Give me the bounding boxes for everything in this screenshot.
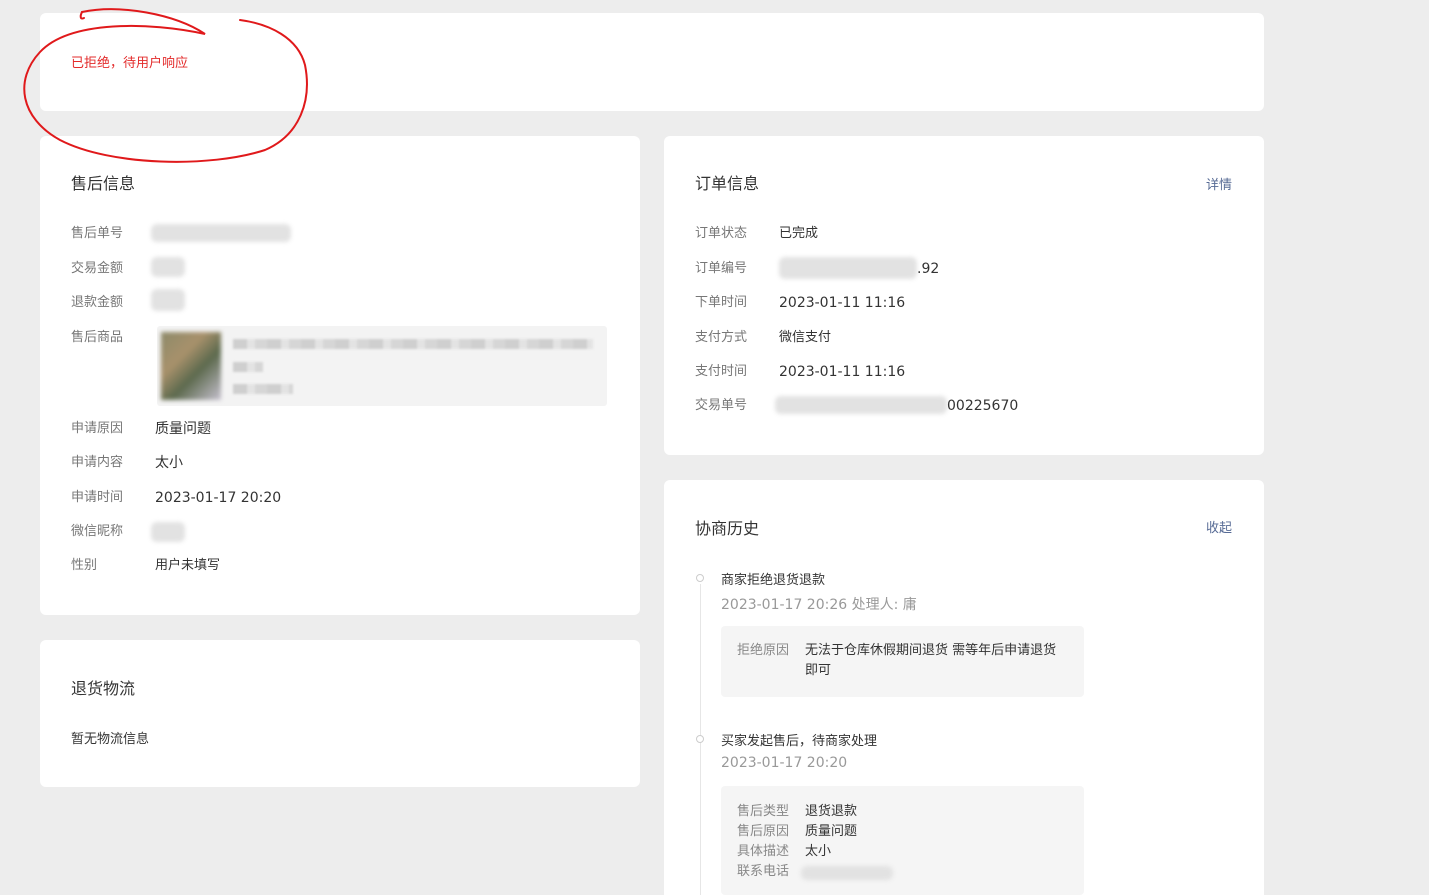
event-detail-box: 拒绝原因 无法于仓库休假期间退货 需等年后申请退货即可 [721, 626, 1084, 697]
order-number-value: .92 [917, 261, 940, 277]
order-detail-link[interactable]: 详情 [1206, 174, 1232, 193]
after-sale-reason-label: 售后原因 [737, 824, 790, 839]
after-sale-number-label: 售后单号 [71, 226, 124, 241]
payment-time-value: 2023-01-11 11:16 [779, 364, 906, 380]
order-title: 订单信息 [695, 174, 760, 193]
apply-reason-value: 质量问题 [155, 421, 211, 437]
apply-content-label: 申请内容 [71, 455, 124, 470]
redacted-value [779, 257, 917, 279]
return-logistics-title: 退货物流 [71, 679, 136, 698]
reject-reason-label: 拒绝原因 [737, 643, 790, 658]
refund-amount-label: 退款金额 [71, 295, 124, 310]
description-value: 太小 [805, 844, 832, 859]
redacted-value [151, 224, 291, 242]
return-logistics-card: 退货物流 暂无物流信息 [40, 640, 640, 787]
order-number-label: 订单编号 [695, 261, 748, 276]
gender-label: 性别 [71, 558, 98, 573]
event-title: 商家拒绝退货退款 [721, 573, 826, 588]
payment-time-label: 支付时间 [695, 364, 748, 379]
after-sale-title: 售后信息 [71, 174, 136, 193]
redacted-value [151, 257, 185, 277]
redacted-product-name [233, 362, 263, 372]
history-card: 协商历史 收起 商家拒绝退货退款 2023-01-17 20:26 处理人: 庸… [664, 480, 1264, 895]
after-sale-card: 售后信息 售后单号 交易金额 退款金额 售后商品 申请原因 质量问题 申请内容 … [40, 136, 640, 615]
order-status-label: 订单状态 [695, 226, 748, 241]
apply-time-label: 申请时间 [71, 490, 124, 505]
event-subtitle: 2023-01-17 20:26 处理人: 庸 [721, 597, 917, 613]
logistics-empty-text: 暂无物流信息 [71, 732, 150, 747]
order-status-value: 已完成 [779, 226, 819, 241]
transaction-number-label: 交易单号 [695, 398, 748, 413]
redacted-value [775, 396, 947, 414]
after-sale-type-label: 售后类型 [737, 804, 790, 819]
redacted-product-spec [233, 384, 293, 394]
after-sale-type-value: 退货退款 [805, 804, 858, 819]
apply-time-value: 2023-01-17 20:20 [155, 490, 282, 506]
trade-amount-label: 交易金额 [71, 261, 124, 276]
event-title: 买家发起售后，待商家处理 [721, 734, 878, 749]
order-time-label: 下单时间 [695, 295, 748, 310]
after-sale-reason-value: 质量问题 [805, 824, 858, 839]
payment-method-value: 微信支付 [779, 330, 832, 345]
gender-value: 用户未填写 [155, 558, 221, 573]
redacted-value [801, 866, 893, 880]
payment-method-label: 支付方式 [695, 330, 748, 345]
timeline-dot [696, 735, 704, 743]
phone-label: 联系电话 [737, 864, 790, 879]
description-label: 具体描述 [737, 844, 790, 859]
timeline-dot [696, 574, 704, 582]
redacted-product-name [233, 339, 593, 349]
apply-reason-label: 申请原因 [71, 421, 124, 436]
redacted-value [151, 522, 185, 542]
status-card: 已拒绝，待用户响应 [40, 13, 1264, 111]
product-card[interactable] [157, 326, 607, 406]
transaction-number-value: 00225670 [947, 398, 1019, 414]
history-collapse-link[interactable]: 收起 [1206, 517, 1232, 536]
product-thumbnail [161, 332, 221, 400]
product-label: 售后商品 [71, 330, 124, 345]
apply-content-value: 太小 [155, 455, 183, 471]
order-card: 订单信息 详情 订单状态 已完成 订单编号 .92 下单时间 2023-01-1… [664, 136, 1264, 455]
status-text: 已拒绝，待用户响应 [71, 56, 189, 71]
order-time-value: 2023-01-11 11:16 [779, 295, 906, 311]
reject-reason-value: 无法于仓库休假期间退货 需等年后申请退货即可 [805, 643, 1057, 678]
wechat-nickname-label: 微信昵称 [71, 524, 124, 539]
event-detail-box: 售后类型 退货退款 售后原因 质量问题 具体描述 太小 联系电话 [721, 786, 1084, 895]
event-subtitle: 2023-01-17 20:20 [721, 755, 848, 771]
redacted-value [151, 289, 185, 311]
history-title: 协商历史 [695, 519, 760, 538]
